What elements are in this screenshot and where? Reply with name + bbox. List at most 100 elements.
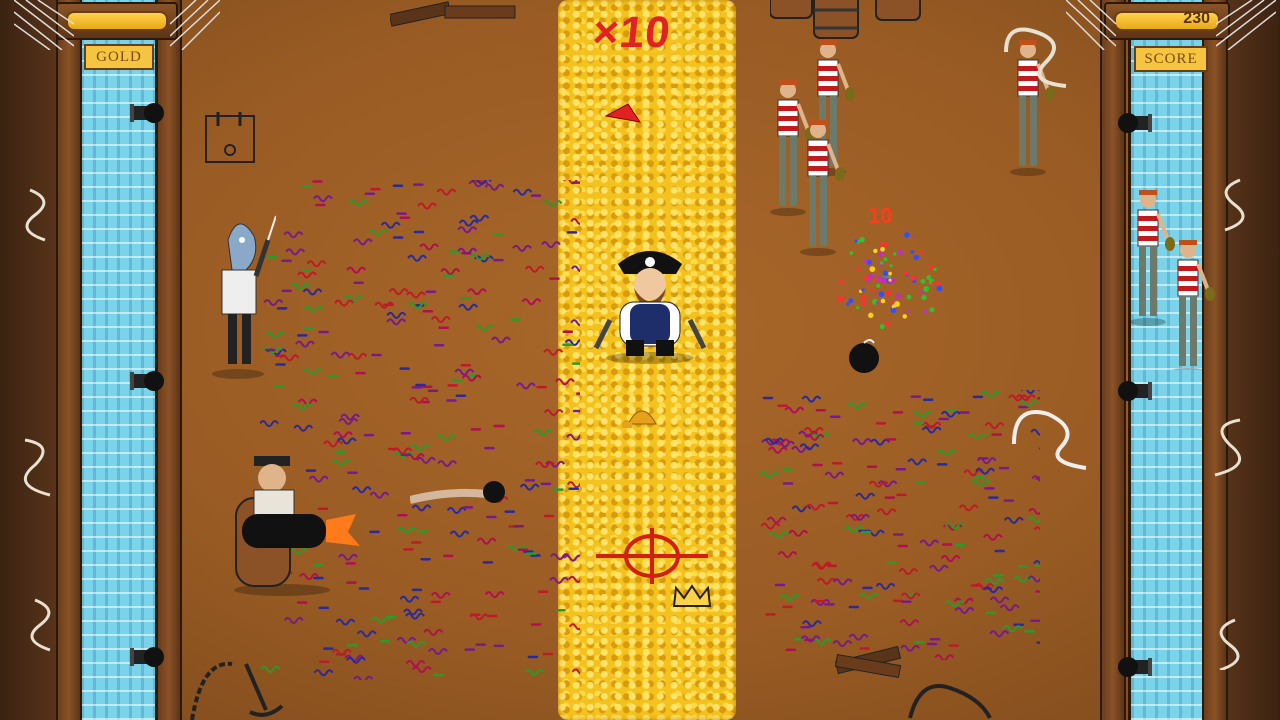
confetti-piece <box>524 668 545 676</box>
confetti-piece <box>847 402 868 410</box>
confetti-piece <box>999 604 1020 612</box>
confetti-piece <box>302 368 323 376</box>
confetti-piece <box>491 336 511 344</box>
confetti-piece <box>369 491 390 499</box>
confetti-piece <box>405 660 426 668</box>
confetti-piece <box>541 241 561 249</box>
rope-net <box>1066 0 1116 50</box>
confetti-piece <box>386 318 407 326</box>
bomb-icon[interactable] <box>846 338 882 376</box>
confetti-piece <box>1003 516 1024 524</box>
confetti-piece <box>970 479 991 487</box>
confetti-piece <box>832 578 853 586</box>
confetti-piece <box>898 568 919 576</box>
confetti-piece <box>989 630 1010 638</box>
confetti-piece <box>353 675 374 680</box>
confetti-piece <box>512 244 532 252</box>
confetti-piece <box>563 554 580 562</box>
cannonball-icon <box>410 481 505 504</box>
confetti-piece <box>416 456 436 464</box>
confetti-piece <box>779 594 800 602</box>
confetti-piece <box>335 618 356 626</box>
confetti-piece <box>348 199 369 207</box>
confetti-piece <box>543 348 564 356</box>
crosshair-icon[interactable] <box>596 528 708 584</box>
fish-head-pirate[interactable] <box>206 210 276 380</box>
cannon-port-icon <box>1118 650 1152 684</box>
confetti-piece <box>436 434 457 442</box>
confetti-piece <box>431 591 451 599</box>
game-stage[interactable]: GOLD 230 SCORE ×10 10 <box>0 0 1280 720</box>
rope-net <box>1216 0 1276 50</box>
confetti-burst-right <box>760 390 1040 660</box>
cannon-gunner[interactable] <box>232 450 362 600</box>
confetti-piece <box>555 378 575 386</box>
score-multiplier: ×10 <box>590 8 674 57</box>
striped-pirate[interactable] <box>1130 190 1175 326</box>
confetti-piece <box>313 669 334 677</box>
gold-meter <box>56 2 178 40</box>
confetti-piece <box>293 424 314 432</box>
confetti-piece <box>515 382 536 390</box>
confetti-piece <box>989 596 1010 604</box>
confetti-piece <box>409 444 430 452</box>
pirate-captain[interactable] <box>590 240 710 365</box>
confetti-piece <box>766 516 787 524</box>
confetti-piece <box>371 616 391 624</box>
confetti-piece <box>981 390 1001 398</box>
confetti-piece <box>859 592 880 600</box>
confetti-piece <box>524 265 545 273</box>
confetti-piece <box>406 291 426 299</box>
confetti-piece <box>570 319 580 327</box>
cannon-port-icon <box>1118 374 1152 408</box>
confetti-piece <box>388 288 409 296</box>
cannon-port-icon <box>130 364 164 398</box>
confetti-piece <box>566 433 580 441</box>
confetti-piece <box>512 188 533 196</box>
confetti-piece <box>848 633 869 641</box>
confetti-piece <box>855 492 876 500</box>
rope-coil-icon <box>1012 410 1087 470</box>
confetti-piece <box>899 619 920 627</box>
confetti-piece <box>283 231 304 239</box>
confetti-piece <box>412 666 432 674</box>
confetti-piece <box>417 202 437 210</box>
confetti-piece <box>474 324 495 332</box>
confetti-piece <box>963 469 984 477</box>
red-hat-item[interactable] <box>604 102 644 126</box>
rope-net <box>14 0 74 50</box>
confetti-piece <box>346 266 367 274</box>
confetti-piece <box>334 299 354 307</box>
confetti-piece <box>801 395 822 403</box>
confetti-piece <box>543 409 564 417</box>
confetti-burst-left <box>260 180 580 680</box>
confetti-piece <box>454 368 475 376</box>
confetti-piece <box>1028 507 1040 515</box>
bell-item[interactable] <box>622 400 662 432</box>
confetti-piece <box>367 228 388 236</box>
striped-pirate[interactable] <box>800 120 845 256</box>
confetti-piece <box>875 582 896 590</box>
confetti-piece <box>803 426 824 434</box>
confetti-piece <box>566 481 580 489</box>
confetti-piece <box>407 254 427 262</box>
confetti-piece <box>912 410 933 418</box>
confetti-piece <box>542 200 563 208</box>
confetti-piece <box>967 433 988 441</box>
confetti-piece <box>936 449 956 457</box>
power-switch-icon[interactable] <box>204 112 256 164</box>
confetti-piece <box>876 508 897 516</box>
confetti-piece <box>571 668 580 675</box>
gold-meter-fill <box>66 11 168 31</box>
confetti-piece <box>302 288 323 296</box>
striped-pirate[interactable] <box>1170 240 1215 370</box>
confetti-piece <box>768 531 789 539</box>
cannon-port-icon <box>130 640 164 674</box>
confetti-piece <box>799 443 820 451</box>
crown-icon[interactable] <box>672 584 712 610</box>
confetti-piece <box>907 458 928 466</box>
confetti-piece <box>285 248 306 256</box>
confetti-piece <box>1027 516 1040 524</box>
confetti-piece <box>295 340 315 348</box>
crossed-planks <box>834 645 902 679</box>
